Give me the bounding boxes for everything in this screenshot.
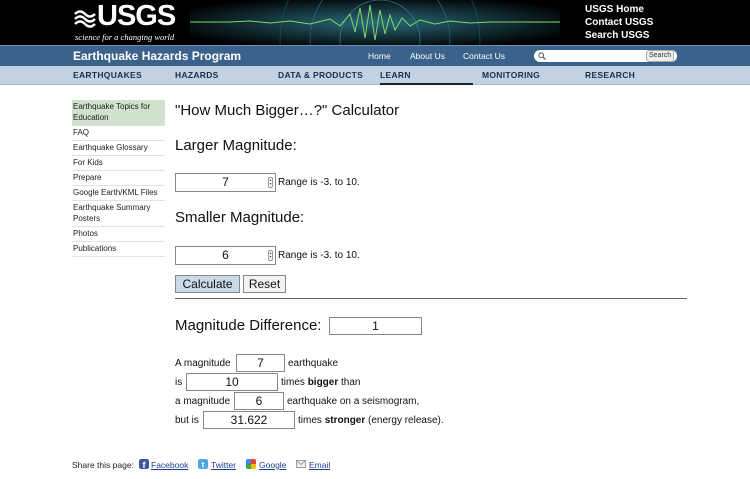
twitter-icon[interactable]: t: [198, 459, 208, 469]
nav-hazards[interactable]: HAZARDS: [175, 70, 219, 80]
page-title: "How Much Bigger…?" Calculator: [175, 102, 400, 119]
result-line4-prefix: but is: [175, 415, 199, 426]
result-line4-suffix: (energy release).: [368, 415, 444, 426]
about-us-link[interactable]: About Us: [410, 51, 445, 61]
result-stronger-times-output[interactable]: 31.622: [203, 411, 295, 429]
search-input[interactable]: [548, 51, 644, 61]
home-link[interactable]: Home: [368, 51, 391, 61]
smaller-magnitude-spinner-icon[interactable]: ▴ ▾: [268, 250, 273, 261]
calculate-button[interactable]: Calculate: [175, 275, 240, 293]
search-icon: [538, 52, 546, 60]
larger-magnitude-input[interactable]: 7 ▴ ▾: [175, 173, 276, 192]
result-bigger-times-output[interactable]: 10: [186, 373, 278, 391]
usgs-home-link[interactable]: USGS Home: [585, 3, 653, 16]
sidebar: Earthquake Topics for Education FAQ Eart…: [72, 100, 165, 257]
google-icon[interactable]: [246, 459, 256, 469]
seismogram-graphic: [190, 0, 560, 45]
top-links: USGS Home Contact USGS Search USGS: [585, 3, 653, 42]
sidebar-item-google-earth[interactable]: Google Earth/KML Files: [72, 186, 165, 201]
result-line4-times: times: [298, 415, 322, 426]
active-nav-indicator: [380, 83, 473, 85]
usgs-banner: USGS science for a changing world USGS H…: [0, 0, 750, 45]
result-line1-prefix: A magnitude: [175, 358, 231, 369]
sidebar-item-photos[interactable]: Photos: [72, 227, 165, 242]
share-twitter-link[interactable]: Twitter: [211, 460, 236, 470]
share-facebook-link[interactable]: Facebook: [151, 460, 188, 470]
sidebar-item-prepare[interactable]: Prepare: [72, 171, 165, 186]
usgs-tagline: science for a changing world: [75, 32, 175, 42]
search-usgs-link[interactable]: Search USGS: [585, 29, 653, 42]
divider: [175, 298, 687, 299]
sidebar-item-topics-education[interactable]: Earthquake Topics for Education: [72, 100, 165, 126]
usgs-wave-icon: [74, 10, 96, 28]
smaller-magnitude-value: 6: [222, 248, 229, 262]
smaller-magnitude-label: Smaller Magnitude:: [175, 209, 305, 226]
smaller-range-note: Range is -3. to 10.: [278, 250, 360, 261]
result-line3-suffix: earthquake on a seismogram,: [287, 396, 420, 407]
result-line4-text: times stronger (energy release).: [298, 415, 444, 426]
smaller-magnitude-input[interactable]: 6 ▴ ▾: [175, 246, 276, 265]
result-line4-stronger: stronger: [324, 415, 366, 426]
sidebar-item-publications[interactable]: Publications: [72, 242, 165, 257]
nav-earthquakes[interactable]: EARTHQUAKES: [73, 70, 142, 80]
magnitude-difference-output[interactable]: 1: [329, 317, 422, 335]
result-smaller-magnitude-output[interactable]: 6: [234, 392, 284, 410]
result-line2-text: times bigger than: [281, 377, 361, 388]
svg-text:t: t: [202, 461, 205, 470]
program-bar: Earthquake Hazards Program Home About Us…: [0, 45, 750, 66]
result-line2-suffix: than: [341, 377, 361, 388]
sidebar-item-summary-posters[interactable]: Earthquake Summary Posters: [72, 201, 165, 227]
result-line2-times: times: [281, 377, 305, 388]
larger-magnitude-spinner-icon[interactable]: ▴ ▾: [268, 177, 273, 188]
contact-usgs-link[interactable]: Contact USGS: [585, 16, 653, 29]
share-email-link[interactable]: Email: [309, 460, 330, 470]
nav-learn[interactable]: LEARN: [380, 70, 411, 80]
reset-button[interactable]: Reset: [243, 275, 286, 293]
result-line2-prefix: is: [175, 377, 183, 388]
result-larger-magnitude-output[interactable]: 7: [236, 354, 285, 372]
result-line3-prefix: a magnitude: [175, 396, 231, 407]
nav-data-products[interactable]: DATA & PRODUCTS: [278, 70, 363, 80]
magnitude-difference-label: Magnitude Difference:: [175, 317, 322, 334]
contact-us-link[interactable]: Contact Us: [463, 51, 505, 61]
sidebar-item-for-kids[interactable]: For Kids: [72, 156, 165, 171]
program-title[interactable]: Earthquake Hazards Program: [73, 49, 241, 63]
larger-magnitude-label: Larger Magnitude:: [175, 137, 297, 154]
result-line1-suffix: earthquake: [288, 358, 339, 369]
usgs-logo-text[interactable]: USGS: [97, 0, 176, 33]
main-nav: EARTHQUAKES HAZARDS DATA & PRODUCTS LEAR…: [0, 66, 750, 85]
search-box: Search: [534, 50, 677, 62]
search-button[interactable]: Search: [646, 50, 675, 62]
larger-range-note: Range is -3. to 10.: [278, 177, 360, 188]
share-label: Share this page:: [72, 460, 134, 470]
result-line2-bigger: bigger: [307, 377, 339, 388]
facebook-icon[interactable]: f: [139, 459, 149, 469]
nav-research[interactable]: RESEARCH: [585, 70, 635, 80]
email-icon[interactable]: [296, 459, 306, 469]
share-google-link[interactable]: Google: [259, 460, 286, 470]
sidebar-item-glossary[interactable]: Earthquake Glossary: [72, 141, 165, 156]
larger-magnitude-value: 7: [222, 175, 229, 189]
sidebar-item-faq[interactable]: FAQ: [72, 126, 165, 141]
nav-monitoring[interactable]: MONITORING: [482, 70, 540, 80]
